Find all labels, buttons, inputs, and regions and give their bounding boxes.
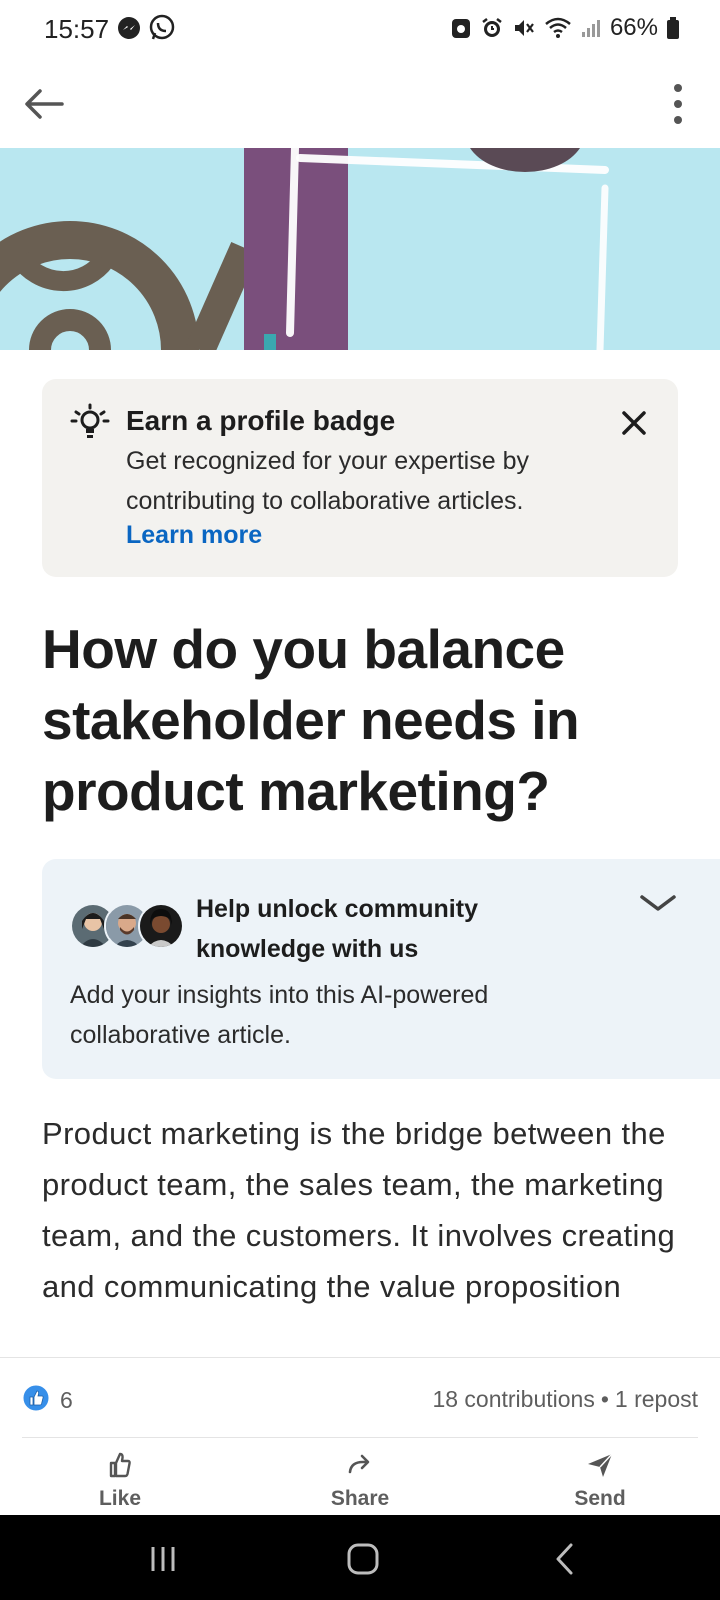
chevron-down-icon[interactable] — [636, 889, 680, 919]
messenger-icon — [116, 14, 142, 42]
repost-count[interactable]: 1 repost — [615, 1386, 698, 1412]
home-icon — [343, 1543, 383, 1583]
status-time: 15:57 — [44, 14, 110, 44]
contributor-avatars — [70, 903, 186, 949]
home-button[interactable] — [343, 1539, 383, 1579]
mute-icon — [512, 16, 536, 40]
app-icon — [450, 16, 472, 40]
system-navigation-bar — [0, 1515, 720, 1600]
avatar — [138, 903, 184, 949]
reaction-count: 6 — [60, 1387, 73, 1413]
lightbulb-icon — [70, 403, 110, 443]
send-icon — [585, 1453, 615, 1484]
wifi-icon — [544, 16, 572, 40]
share-button[interactable]: Share — [300, 1450, 420, 1511]
engagement-stats[interactable]: 18 contributions • 1 repost — [432, 1386, 698, 1413]
recent-apps-button[interactable] — [143, 1539, 183, 1579]
like-label: Like — [98, 1487, 142, 1510]
engagement-bar: 6 18 contributions • 1 repost Like Share S… — [0, 1357, 720, 1516]
share-arrow-icon — [345, 1454, 375, 1484]
battery-level: 66% — [609, 14, 658, 41]
learn-more-link[interactable]: Learn more — [126, 521, 262, 550]
profile-badge-card: Earn a profile badge Get recognized for … — [42, 379, 678, 577]
whatsapp-icon — [148, 14, 176, 42]
thumbs-up-icon — [105, 1452, 135, 1484]
article-body-text: Product marketing is the bridge between … — [42, 1116, 676, 1304]
badge-card-body: Get recognized for your expertise by con… — [126, 447, 529, 515]
article-hero-image — [0, 148, 720, 350]
send-label: Send — [574, 1487, 626, 1510]
notification-icons — [116, 14, 176, 42]
article-title: How do you balance stakeholder needs in … — [42, 618, 580, 822]
badge-card-title: Earn a profile badge — [126, 405, 396, 436]
reactions-summary[interactable]: 6 — [22, 1384, 73, 1417]
recents-icon — [143, 1547, 183, 1583]
share-label: Share — [330, 1487, 390, 1510]
close-icon[interactable] — [614, 403, 654, 443]
more-vertical-icon — [658, 84, 698, 138]
send-button[interactable]: Send — [540, 1450, 660, 1511]
status-bar: 15:57 66% — [0, 0, 720, 60]
top-app-bar — [0, 60, 720, 149]
chevron-left-icon — [545, 1543, 585, 1583]
stats-separator: • — [600, 1386, 609, 1412]
arrow-left-icon — [18, 89, 78, 138]
community-card-body: Add your insights into this AI-powered c… — [70, 981, 489, 1049]
contributions-count[interactable]: 18 contributions — [432, 1386, 594, 1412]
community-card-title: Help unlock community knowledge with us — [196, 895, 478, 963]
more-options-button[interactable] — [658, 74, 698, 134]
system-icons: 66% — [450, 14, 680, 42]
signal-icon — [580, 16, 602, 40]
alarm-icon — [480, 16, 504, 40]
like-reaction-icon — [22, 1384, 50, 1417]
back-button[interactable] — [18, 74, 78, 134]
battery-icon — [666, 16, 680, 40]
like-button[interactable]: Like — [60, 1450, 180, 1511]
community-contribution-card[interactable]: Help unlock community knowledge with us … — [42, 859, 720, 1079]
divider — [22, 1437, 698, 1438]
system-back-button[interactable] — [545, 1539, 585, 1579]
